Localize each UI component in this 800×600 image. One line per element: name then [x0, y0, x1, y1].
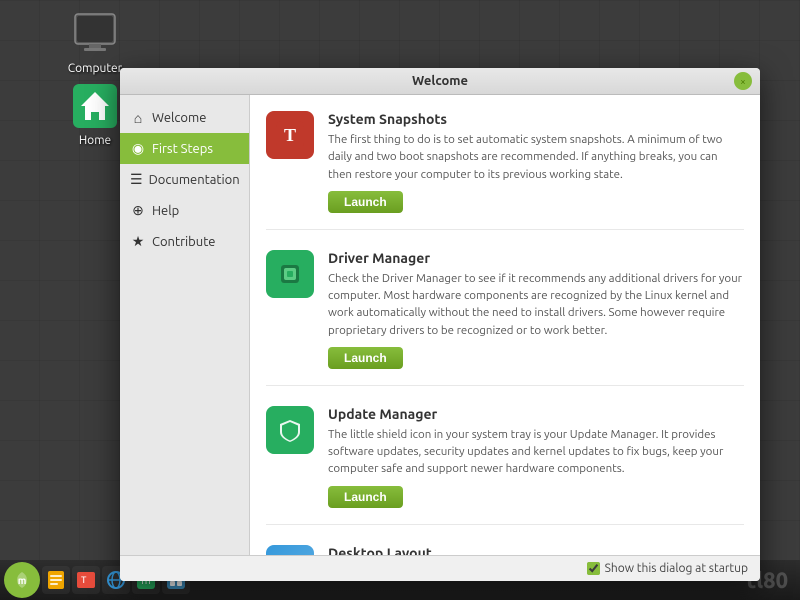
update-manager-content: Update Manager The little shield icon in…	[328, 406, 744, 508]
driver-manager-content: Driver Manager Check the Driver Manager …	[328, 250, 744, 369]
dialog-body: ⌂ Welcome ◉ First Steps ☰ Documentation …	[120, 95, 760, 555]
sidebar-item-contribute[interactable]: ★ Contribute	[120, 226, 249, 257]
sidebar-item-help[interactable]: ⊕ Help	[120, 195, 249, 226]
mint-menu-button[interactable]: m	[4, 562, 40, 598]
update-manager-description: The little shield icon in your system tr…	[328, 426, 744, 478]
sidebar-item-help-label: Help	[152, 204, 179, 218]
snapshots-title: System Snapshots	[328, 111, 744, 127]
sidebar-item-documentation[interactable]: ☰ Documentation	[120, 164, 249, 195]
snapshots-description: The first thing to do is to set automati…	[328, 131, 744, 183]
update-manager-icon	[266, 406, 314, 454]
svg-text:m: m	[18, 575, 27, 586]
svg-text:T: T	[81, 576, 87, 586]
desktop-layout-icon	[266, 545, 314, 556]
update-manager-title: Update Manager	[328, 406, 744, 422]
sidebar-item-contribute-label: Contribute	[152, 235, 215, 249]
desktop-layout-title: Desktop Layout	[328, 545, 744, 556]
dialog-titlebar: Welcome ×	[120, 68, 760, 95]
sidebar-item-first-steps[interactable]: ◉ First Steps	[120, 133, 249, 164]
driver-manager-section: Driver Manager Check the Driver Manager …	[266, 250, 744, 386]
show-at-startup-text: Show this dialog at startup	[605, 562, 748, 575]
home-icon-label: Home	[79, 134, 111, 147]
help-icon: ⊕	[130, 202, 146, 219]
dialog-sidebar: ⌂ Welcome ◉ First Steps ☰ Documentation …	[120, 95, 250, 555]
sidebar-item-welcome-label: Welcome	[152, 111, 206, 125]
taskbar-files-button[interactable]	[42, 566, 70, 594]
show-at-startup-label[interactable]: Show this dialog at startup	[587, 562, 748, 575]
show-at-startup-checkbox[interactable]	[587, 562, 600, 575]
update-manager-section: Update Manager The little shield icon in…	[266, 406, 744, 525]
welcome-icon: ⌂	[130, 110, 146, 126]
snapshots-icon: T	[266, 111, 314, 159]
dialog-title: Welcome	[412, 74, 468, 88]
welcome-dialog: Welcome × ⌂ Welcome ◉ First Steps ☰ Docu…	[120, 68, 760, 581]
snapshots-section: T System Snapshots The first thing to do…	[266, 111, 744, 230]
dialog-content: T System Snapshots The first thing to do…	[250, 95, 760, 555]
desktop-layout-content: Desktop Layout Choose your favorite desk…	[328, 545, 744, 556]
driver-manager-icon	[266, 250, 314, 298]
driver-manager-description: Check the Driver Manager to see if it re…	[328, 270, 744, 339]
computer-icon-img	[71, 10, 119, 58]
sidebar-item-documentation-label: Documentation	[149, 173, 240, 187]
snapshots-content: System Snapshots The first thing to do i…	[328, 111, 744, 213]
taskbar-terminal-button[interactable]: T	[72, 566, 100, 594]
update-manager-launch-button[interactable]: Launch	[328, 486, 403, 508]
dialog-footer: Show this dialog at startup	[120, 555, 760, 581]
sidebar-item-welcome[interactable]: ⌂ Welcome	[120, 103, 249, 133]
home-icon-img	[71, 82, 119, 130]
driver-manager-launch-button[interactable]: Launch	[328, 347, 403, 369]
desktop-icon-computer[interactable]: Computer	[55, 10, 135, 75]
dialog-close-button[interactable]: ×	[734, 72, 752, 90]
snapshots-launch-button[interactable]: Launch	[328, 191, 403, 213]
svg-text:T: T	[284, 125, 296, 145]
desktop-layout-section: Desktop Layout Choose your favorite desk…	[266, 545, 744, 556]
first-steps-icon: ◉	[130, 140, 146, 157]
documentation-icon: ☰	[130, 171, 143, 188]
computer-icon-label: Computer	[68, 62, 122, 75]
driver-manager-title: Driver Manager	[328, 250, 744, 266]
sidebar-item-first-steps-label: First Steps	[152, 142, 213, 156]
contribute-icon: ★	[130, 233, 146, 250]
